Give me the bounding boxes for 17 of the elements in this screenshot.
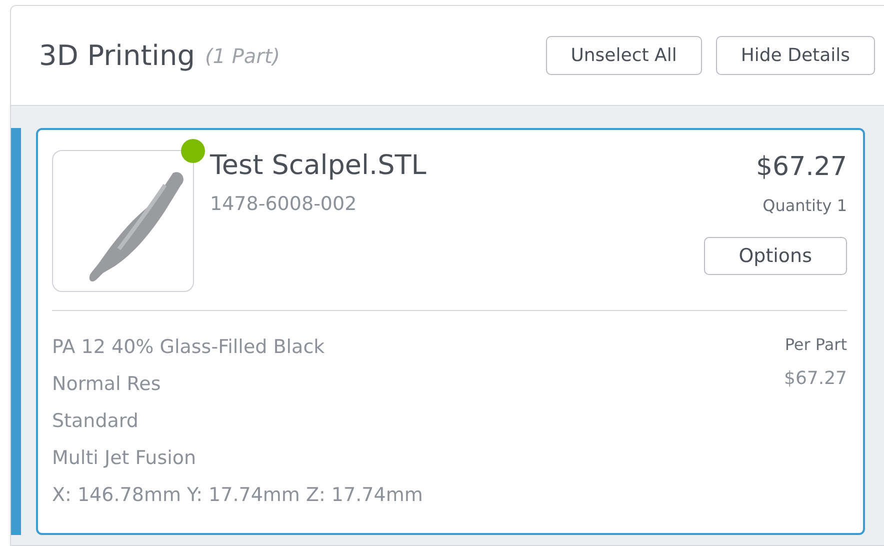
quantity-label: Quantity 1	[762, 196, 847, 215]
per-part-label: Per Part	[784, 335, 847, 354]
per-part-price: $67.27	[784, 368, 847, 389]
section-title: 3D Printing	[39, 39, 195, 72]
part-card[interactable]: Test Scalpel.STL 1478-6008-002 $67.27 Quantity 1 Options PA 12 40% Glass-Filled Black Normal Res Standard Multi Jet Fusion X: 146.78mm Y: 17.74mm Z: 17.74mm Per Part $67.27	[36, 128, 865, 535]
part-price: $67.27	[756, 152, 847, 182]
detail-text: X: 146.78mm Y: 17.74mm Z: 17.74mm	[52, 483, 423, 508]
detail-text: Standard	[52, 409, 140, 434]
hide-details-button[interactable]: Hide Details	[716, 36, 875, 75]
part-count: (1 Part)	[204, 44, 282, 68]
options-button[interactable]: Options	[704, 237, 847, 275]
detail-text: Normal Res	[52, 372, 162, 397]
detail-text: Multi Jet Fusion	[52, 446, 198, 471]
unselect-all-button[interactable]: Unselect All	[546, 36, 702, 75]
detail-text: PA 12 40% Glass-Filled Black	[52, 335, 326, 360]
part-number: 1478-6008-002	[210, 193, 358, 215]
part-name: Test Scalpel.STL	[210, 150, 428, 181]
